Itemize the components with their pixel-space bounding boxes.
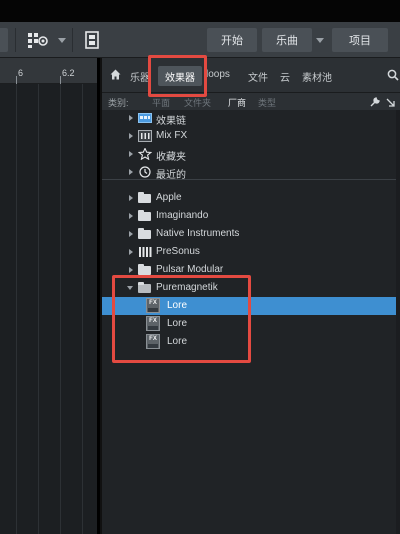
timeline-ruler[interactable]: 6 6.2 [0,58,97,84]
fx-chain-icon [138,113,152,123]
vendor-folder-label: Pulsar Modular [156,264,224,275]
top-black-bar [0,0,400,22]
song-button[interactable]: 乐曲 [262,28,312,52]
search-icon[interactable] [387,69,399,81]
filter-folder[interactable]: 文件夹 [184,96,211,109]
video-button[interactable] [82,28,102,52]
folder-icon [138,264,151,275]
list-item-label: 效果链 [156,116,186,127]
tab-files[interactable]: 文件 [248,69,268,84]
browser-tabbar: 乐器 效果器 loops 文件 云 素材池 [102,58,400,92]
start-button[interactable]: 开始 [207,28,257,52]
toolbar-left-button[interactable] [0,28,8,52]
expand-arrow-icon[interactable] [129,231,133,237]
star-icon [138,148,152,160]
filter-type[interactable]: 类型 [258,96,276,109]
list-item[interactable]: Mix FX [102,127,400,145]
expand-arrow-icon[interactable] [129,213,133,219]
tab-pool[interactable]: 素材池 [302,69,332,84]
filter-category[interactable]: 平面 [152,96,170,109]
puremagnetik-highlight [112,275,251,363]
mix-fx-icon [138,130,152,142]
grid-line [82,84,83,534]
wrench-icon[interactable] [370,97,380,107]
toolbar-separator [72,28,73,52]
grid-settings-icon [28,33,48,48]
list-divider [102,179,400,180]
expand-arrow-icon[interactable] [129,169,133,175]
home-icon[interactable] [110,69,121,80]
ruler-mark: 6 [18,68,24,78]
filter-label: 类别: [108,98,129,108]
grid-dropdown-chevron-icon[interactable] [58,38,66,43]
project-button[interactable]: 项目 [332,28,388,52]
expand-arrow-icon[interactable] [129,133,133,139]
grid-line [38,84,39,534]
grid-line [16,84,17,534]
expand-arrow-icon[interactable] [129,249,133,255]
vendor-folder-label: PreSonus [156,246,200,257]
effects-tab-highlight [148,55,207,97]
vendor-folder[interactable]: PreSonus [102,243,400,261]
vendor-folder[interactable]: Apple [102,189,400,207]
presonus-icon [139,247,152,257]
list-item[interactable]: 效果链 [102,109,400,127]
list-item[interactable]: 收藏夹 [102,145,400,163]
clock-icon [139,166,151,178]
folder-icon [138,228,151,239]
vendor-folder[interactable]: Native Instruments [102,225,400,243]
tab-instruments[interactable]: 乐器 [130,69,150,84]
ruler-tick [16,76,17,84]
vendor-folder[interactable]: Imaginando [102,207,400,225]
ruler-tick [60,76,61,84]
tab-cloud[interactable]: 云 [280,69,290,84]
browser-scrollbar[interactable] [396,110,400,534]
grid-settings-button[interactable] [22,28,52,52]
folder-icon [138,210,151,221]
browser-filterbar: 类别: 平面 文件夹 厂商 类型 [102,92,400,110]
vendor-folder-label: Apple [156,192,182,203]
ruler-mark: 6.2 [62,68,75,78]
expand-arrow-icon[interactable] [129,151,133,157]
expand-arrow-icon[interactable] [129,115,133,121]
film-icon [85,31,99,49]
list-item-label: 收藏夹 [156,152,186,163]
expand-arrow-icon[interactable] [129,195,133,201]
vendor-folder-label: Native Instruments [156,228,240,239]
song-dropdown-chevron-icon[interactable] [316,38,324,43]
expand-arrow-icon[interactable] [129,267,133,273]
grid-line [60,84,61,534]
collapse-icon[interactable] [386,98,395,107]
folder-icon [138,192,151,203]
list-item-label: Mix FX [156,130,188,141]
main-toolbar: 开始 乐曲 项目 [0,22,400,58]
tab-loops[interactable]: loops [206,69,230,80]
arrange-view: 6 6.2 [0,58,97,534]
vendor-folder-label: Imaginando [156,210,209,221]
toolbar-separator [15,28,16,52]
filter-vendor[interactable]: 厂商 [228,96,246,109]
